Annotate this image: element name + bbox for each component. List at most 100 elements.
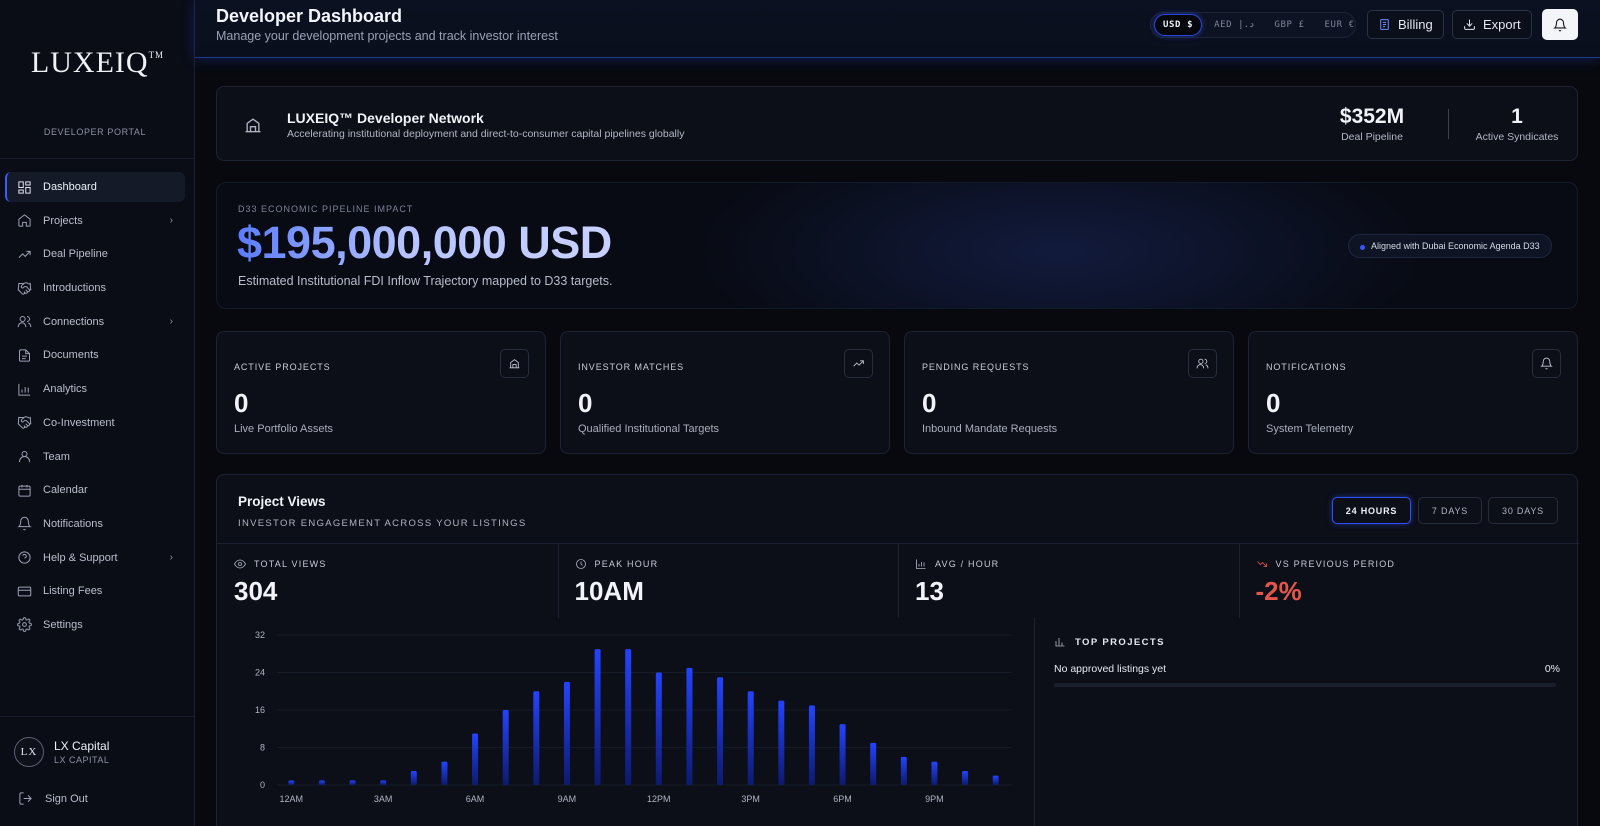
metric-vs-previous-period: VS PREVIOUS PERIOD -2% (1239, 543, 1579, 618)
metric-avg-hour: AVG / HOUR 13 (898, 543, 1238, 618)
sidebar-item-label: Deal Pipeline (43, 248, 108, 261)
stat-description: Inbound Mandate Requests (922, 423, 1058, 435)
stat-label: PENDING REQUESTS (922, 362, 1030, 372)
network-subtitle: Accelerating institutional deployment an… (287, 128, 685, 140)
sidebar-divider (0, 716, 195, 717)
chart-bar (655, 672, 662, 785)
metric-divider (898, 543, 899, 618)
active-projects-card[interactable]: ACTIVE PROJECTS 0 Live Portfolio Assets (216, 331, 546, 454)
deal-pipeline-label: Deal Pipeline (1341, 131, 1403, 143)
chart-bar (625, 649, 632, 785)
active-syndicates-label: Active Syndicates (1475, 131, 1559, 143)
d33-badge: Aligned with Dubai Economic Agenda D33 (1348, 234, 1552, 258)
chart-bar (778, 700, 785, 785)
sidebar-item-label: Introductions (43, 282, 106, 295)
x-tick-label: 12AM (280, 794, 304, 804)
currency-option[interactable]: AED د.إ (1206, 15, 1262, 35)
sign-out-button[interactable]: Sign Out (18, 791, 88, 806)
sidebar-item-deal-pipeline[interactable]: Deal Pipeline (5, 239, 185, 269)
trending-up-icon (18, 250, 31, 258)
metric-label: VS PREVIOUS PERIOD (1256, 558, 1396, 570)
sidebar-item-connections[interactable]: Connections › (5, 307, 185, 337)
network-card: LUXEIQ™ Developer Network Accelerating i… (216, 86, 1578, 161)
bar-chart-icon (1055, 638, 1065, 647)
chart-bar (747, 691, 754, 785)
handshake-icon (17, 416, 32, 429)
chart-bar (931, 761, 938, 785)
y-tick-label: 0 (260, 780, 265, 790)
sidebar-item-help-support[interactable]: Help & Support › (5, 543, 185, 573)
home-icon (18, 214, 31, 227)
chart-bar (410, 770, 417, 785)
x-tick-label: 3PM (741, 794, 760, 804)
sidebar-item-introductions[interactable]: Introductions (5, 273, 185, 303)
sidebar-item-calendar[interactable]: Calendar (5, 475, 185, 505)
notifications-card[interactable]: NOTIFICATIONS 0 System Telemetry (1248, 331, 1578, 454)
top-projects-title: TOP PROJECTS (1054, 636, 1165, 648)
bell-icon (1540, 357, 1553, 370)
chart-bar (839, 724, 846, 785)
chart-bar (594, 649, 601, 785)
receipt-icon (1380, 19, 1389, 30)
metric-divider (1238, 543, 1240, 618)
sidebar-item-documents[interactable]: Documents (5, 340, 185, 370)
sidebar-item-label: Analytics (43, 383, 88, 396)
document-icon (19, 349, 30, 362)
chart-bar (808, 705, 815, 785)
users-icon (17, 316, 32, 328)
notifications-button[interactable] (1542, 9, 1578, 40)
user-profile[interactable]: LX LX Capital LX CAPITAL (14, 737, 109, 767)
top-projects-empty: No approved listings yet (1054, 663, 1167, 675)
x-tick-label: 12PM (647, 794, 671, 804)
sidebar-item-notifications[interactable]: Notifications (5, 509, 185, 539)
sidebar-item-projects[interactable]: Projects › (5, 206, 185, 236)
kpi-divider (1448, 109, 1449, 139)
chart-bar (962, 770, 969, 785)
stat-description: Qualified Institutional Targets (578, 423, 720, 435)
sidebar-item-settings[interactable]: Settings (5, 610, 185, 640)
sidebar-item-co-investment[interactable]: Co-Investment (5, 408, 185, 438)
deal-pipeline-value: $352M (1339, 105, 1405, 128)
dashboard-icon (18, 180, 31, 194)
metric-value: 10AM (574, 576, 644, 606)
clock-icon (575, 559, 586, 569)
currency-option[interactable]: USD $ (1154, 14, 1203, 36)
stat-label: INVESTOR MATCHES (578, 362, 685, 372)
chart-bar (441, 761, 448, 785)
range-button[interactable]: 24 HOURS (1332, 497, 1411, 524)
sidebar-item-listing-fees[interactable]: Listing Fees (5, 576, 185, 606)
export-label: Export (1483, 17, 1521, 32)
top-projects: TOP PROJECTS No approved listings yet 0% (1034, 618, 1579, 826)
range-button[interactable]: 30 DAYS (1488, 497, 1558, 524)
export-button[interactable]: Export (1452, 10, 1532, 39)
stat-description: System Telemetry (1266, 423, 1354, 435)
x-tick-label: 6PM (833, 794, 852, 804)
sidebar-item-label: Co-Investment (43, 416, 115, 429)
sidebar-item-label: Dashboard (43, 181, 97, 193)
currency-option[interactable]: GBP £ (1266, 15, 1312, 35)
billing-button[interactable]: Billing (1367, 10, 1444, 39)
eye-icon (234, 559, 246, 569)
range-button[interactable]: 7 DAYS (1418, 497, 1482, 524)
download-icon (1464, 19, 1475, 30)
chart-bar (380, 780, 387, 785)
sidebar-item-team[interactable]: Team (5, 442, 185, 472)
bell-icon (17, 517, 32, 531)
pending-requests-card[interactable]: PENDING REQUESTS 0 Inbound Mandate Request… (904, 331, 1234, 454)
chevron-right-icon: › (169, 552, 173, 564)
metric-label: TOTAL VIEWS (234, 558, 327, 570)
currency-option[interactable]: EUR € (1317, 15, 1363, 35)
investor-matches-card[interactable]: INVESTOR MATCHES 0 Qualified Institutional… (560, 331, 890, 454)
y-tick-label: 32 (255, 630, 265, 640)
sidebar-item-analytics[interactable]: Analytics (5, 374, 185, 404)
y-tick-label: 8 (260, 743, 265, 753)
sign-out-label: Sign Out (45, 792, 88, 805)
brand-logo[interactable]: LUXEIQTM (0, 46, 195, 80)
sidebar-item-label: Help & Support (43, 551, 118, 564)
chart-bar (288, 780, 295, 785)
metric-value: 13 (915, 576, 944, 606)
sidebar-item-dashboard[interactable]: Dashboard (5, 172, 185, 202)
calendar-icon (18, 484, 31, 497)
top-header: Developer Dashboard Manage your developm… (195, 0, 1600, 58)
sidebar: LUXEIQTM DEVELOPER PORTAL Dashboard Proje… (0, 0, 195, 826)
